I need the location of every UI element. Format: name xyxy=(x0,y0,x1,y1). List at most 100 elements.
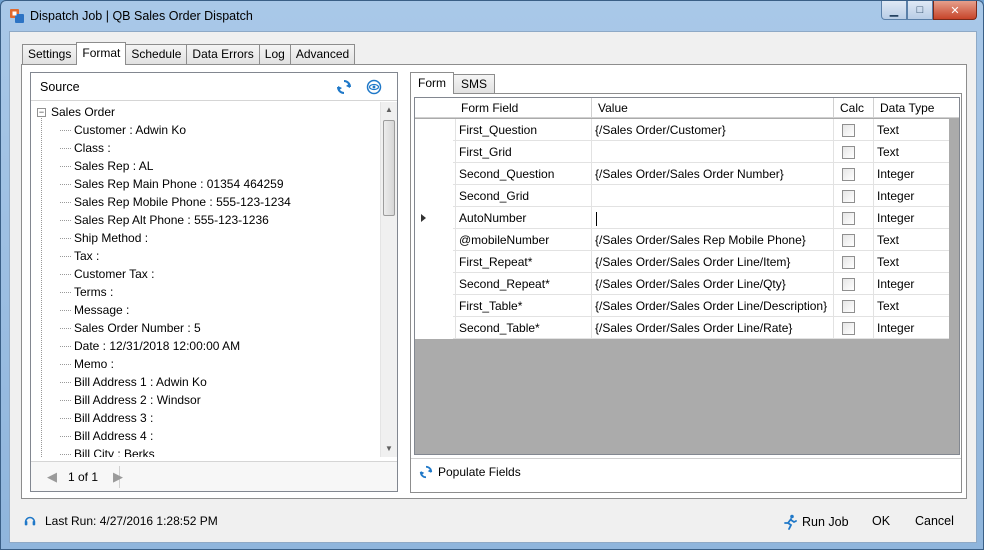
ok-button[interactable]: OK xyxy=(872,514,890,528)
run-job-button[interactable]: Run Job xyxy=(782,514,849,530)
calc-checkbox[interactable] xyxy=(842,300,855,313)
tab-format[interactable]: Format xyxy=(76,42,127,65)
tab-advanced[interactable]: Advanced xyxy=(289,44,356,64)
row-header[interactable] xyxy=(415,207,453,229)
value-cell[interactable]: {/Sales Order/Sales Order Line/Item} xyxy=(591,251,833,273)
tree-item[interactable]: Customer : Adwin Ko xyxy=(31,121,381,139)
value-cell[interactable]: {/Sales Order/Sales Order Line/Rate} xyxy=(591,317,833,339)
data-type-cell[interactable]: Text xyxy=(873,295,949,317)
form-field-cell[interactable]: First_Grid xyxy=(455,141,591,163)
eye-icon[interactable] xyxy=(366,79,382,95)
row-header[interactable] xyxy=(415,163,453,185)
scroll-up-icon[interactable]: ▲ xyxy=(381,102,397,118)
prev-page-icon[interactable]: ◀ xyxy=(47,469,57,485)
row-header[interactable] xyxy=(415,295,453,317)
table-row[interactable]: First_Grid Text xyxy=(415,141,949,163)
tree-item[interactable]: Sales Rep Mobile Phone : 555-123-1234 xyxy=(31,193,381,211)
data-type-cell[interactable]: Integer xyxy=(873,207,949,229)
collapse-icon[interactable]: − xyxy=(37,107,46,117)
tab-sms[interactable]: SMS xyxy=(453,74,496,93)
form-field-cell[interactable]: Second_Repeat* xyxy=(455,273,591,295)
value-cell[interactable] xyxy=(591,207,833,229)
form-field-cell[interactable]: First_Repeat* xyxy=(455,251,591,273)
column-header-data-type[interactable]: Data Type xyxy=(873,98,949,118)
form-field-cell[interactable]: Second_Question xyxy=(455,163,591,185)
tree-item[interactable]: Bill City : Berks xyxy=(31,445,381,457)
row-header[interactable] xyxy=(415,119,453,141)
tree-root[interactable]: − Sales Order xyxy=(37,103,115,121)
data-type-cell[interactable]: Text xyxy=(873,119,949,141)
table-row[interactable]: @mobileNumber {/Sales Order/Sales Rep Mob… xyxy=(415,229,949,251)
value-cell[interactable]: {/Sales Order/Sales Rep Mobile Phone} xyxy=(591,229,833,251)
table-row[interactable]: First_Table* {/Sales Order/Sales Order Li… xyxy=(415,295,949,317)
row-header[interactable] xyxy=(415,273,453,295)
tree-item[interactable]: Sales Rep Main Phone : 01354 464259 xyxy=(31,175,381,193)
tab-form[interactable]: Form xyxy=(410,72,454,94)
form-field-cell[interactable]: Second_Table* xyxy=(455,317,591,339)
maximize-button[interactable]: □ xyxy=(907,1,933,20)
minimize-button[interactable]: ▁ xyxy=(881,1,907,20)
tree-item[interactable]: Class : xyxy=(31,139,381,157)
tree-item[interactable]: Sales Order Number : 5 xyxy=(31,319,381,337)
data-type-cell[interactable]: Integer xyxy=(873,273,949,295)
calc-checkbox[interactable] xyxy=(842,256,855,269)
scrollbar-thumb[interactable] xyxy=(383,120,395,216)
calc-checkbox[interactable] xyxy=(842,278,855,291)
tree-item[interactable]: Customer Tax : xyxy=(31,265,381,283)
calc-checkbox[interactable] xyxy=(842,124,855,137)
refresh-icon[interactable] xyxy=(336,79,352,95)
next-page-icon[interactable]: ▶ xyxy=(113,469,123,485)
close-button[interactable]: ✕ xyxy=(933,1,977,20)
tree-item[interactable]: Bill Address 2 : Windsor xyxy=(31,391,381,409)
tree-item[interactable]: Bill Address 1 : Adwin Ko xyxy=(31,373,381,391)
data-type-cell[interactable]: Integer xyxy=(873,163,949,185)
title-bar[interactable]: Dispatch Job | QB Sales Order Dispatch ▁… xyxy=(1,1,983,31)
table-row[interactable]: First_Repeat* {/Sales Order/Sales Order L… xyxy=(415,251,949,273)
calc-checkbox[interactable] xyxy=(842,146,855,159)
column-header-value[interactable]: Value xyxy=(591,98,833,118)
column-header-form-field[interactable]: Form Field xyxy=(455,98,591,118)
form-field-cell[interactable]: @mobileNumber xyxy=(455,229,591,251)
tree-item[interactable]: Ship Method : xyxy=(31,229,381,247)
tree-item[interactable]: Bill Address 3 : xyxy=(31,409,381,427)
scroll-down-icon[interactable]: ▼ xyxy=(381,441,397,457)
tree-item[interactable]: Sales Rep Alt Phone : 555-123-1236 xyxy=(31,211,381,229)
tree-item[interactable]: Bill Address 4 : xyxy=(31,427,381,445)
tab-settings[interactable]: Settings xyxy=(22,44,78,64)
row-header[interactable] xyxy=(415,185,453,207)
value-cell[interactable]: {/Sales Order/Sales Order Number} xyxy=(591,163,833,185)
table-row[interactable]: Second_Repeat* {/Sales Order/Sales Order … xyxy=(415,273,949,295)
cancel-button[interactable]: Cancel xyxy=(915,514,954,528)
row-header[interactable] xyxy=(415,317,453,339)
tree-item[interactable]: Message : xyxy=(31,301,381,319)
tree-item[interactable]: Sales Rep : AL xyxy=(31,157,381,175)
data-type-cell[interactable]: Text xyxy=(873,229,949,251)
calc-checkbox[interactable] xyxy=(842,168,855,181)
form-field-cell[interactable]: Second_Grid xyxy=(455,185,591,207)
tab-log[interactable]: Log xyxy=(258,44,291,64)
value-cell[interactable] xyxy=(591,141,833,163)
data-type-cell[interactable]: Text xyxy=(873,141,949,163)
tab-schedule[interactable]: Schedule xyxy=(125,44,188,64)
row-header[interactable] xyxy=(415,251,453,273)
calc-checkbox[interactable] xyxy=(842,322,855,335)
tree-item[interactable]: Tax : xyxy=(31,247,381,265)
tab-data-errors[interactable]: Data Errors xyxy=(186,44,260,64)
calc-checkbox[interactable] xyxy=(842,212,855,225)
value-cell[interactable]: {/Sales Order/Customer} xyxy=(591,119,833,141)
table-row[interactable]: Second_Question {/Sales Order/Sales Order… xyxy=(415,163,949,185)
table-row[interactable]: AutoNumber Integer xyxy=(415,207,949,229)
table-row[interactable]: Second_Table* {/Sales Order/Sales Order L… xyxy=(415,317,949,339)
table-row[interactable]: Second_Grid Integer xyxy=(415,185,949,207)
value-cell[interactable]: {/Sales Order/Sales Order Line/Qty} xyxy=(591,273,833,295)
table-row[interactable]: First_Question {/Sales Order/Customer} Tex… xyxy=(415,119,949,141)
row-header[interactable] xyxy=(415,229,453,251)
form-field-cell[interactable]: First_Table* xyxy=(455,295,591,317)
value-cell[interactable]: {/Sales Order/Sales Order Line/Descripti… xyxy=(591,295,833,317)
populate-fields-button[interactable]: Populate Fields xyxy=(419,462,521,482)
form-field-cell[interactable]: AutoNumber xyxy=(455,207,591,229)
form-field-cell[interactable]: First_Question xyxy=(455,119,591,141)
tree-item[interactable]: Memo : xyxy=(31,355,381,373)
calc-checkbox[interactable] xyxy=(842,234,855,247)
tree-item[interactable]: Terms : xyxy=(31,283,381,301)
